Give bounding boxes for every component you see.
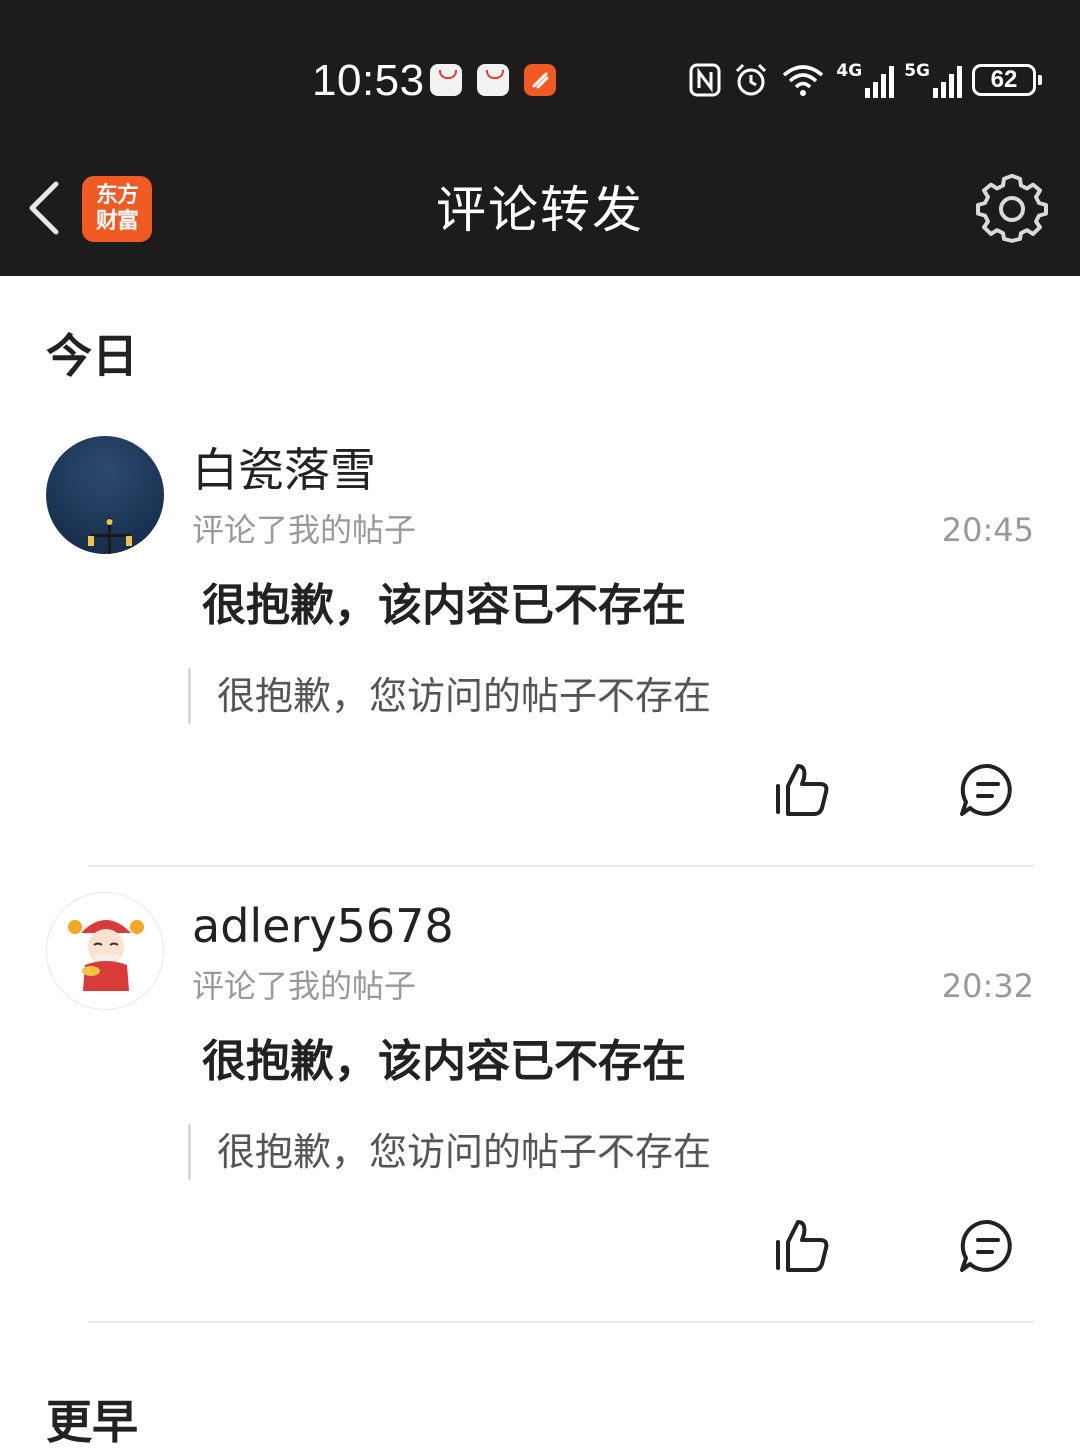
huawei-app-icon (430, 64, 462, 96)
gear-icon (976, 173, 1048, 243)
username[interactable]: adlery5678 (192, 896, 454, 956)
network-4g-label: 4G (836, 61, 863, 81)
avatar[interactable] (46, 436, 164, 554)
section-title-today: 今日 (46, 329, 138, 383)
action-text: 评论了我的帖子 (192, 511, 417, 549)
battery-indicator: 62 (972, 64, 1042, 96)
fortune-god-image (68, 920, 144, 991)
system-status-icons: 4G 5G 62 (688, 60, 1042, 100)
status-bar: 10:53 4G 5G 62 (0, 0, 1080, 150)
network-5g-label: 5G (904, 61, 930, 81)
timestamp: 20:45 (941, 511, 1034, 549)
thumbs-up-icon (776, 764, 829, 816)
quoted-post[interactable]: 很抱歉，您访问的帖子不存在 (188, 668, 711, 724)
comment-icon (960, 1219, 1012, 1272)
thumbs-up-icon (776, 1220, 829, 1272)
like-button[interactable] (768, 758, 832, 822)
4g-signal-icon: 4G (836, 61, 895, 98)
like-button[interactable] (768, 1214, 832, 1278)
reply-button[interactable] (956, 1214, 1020, 1278)
page-title: 评论转发 (436, 181, 644, 239)
divider (88, 1321, 1034, 1323)
battery-level: 62 (990, 66, 1018, 93)
comment-text[interactable]: 很抱歉，该内容已不存在 (202, 576, 686, 636)
action-text: 评论了我的帖子 (192, 967, 417, 1005)
alarm-icon (736, 63, 767, 96)
section-title-earlier: 更早 (46, 1395, 138, 1449)
reply-button[interactable] (956, 758, 1020, 822)
quoted-post[interactable]: 很抱歉，您访问的帖子不存在 (188, 1124, 711, 1180)
status-time: 10:53 (312, 56, 425, 105)
divider (88, 865, 1034, 867)
wifi-icon (783, 65, 824, 96)
streetlight-image (88, 518, 132, 554)
comment-icon (960, 763, 1012, 816)
comment-text[interactable]: 很抱歉，该内容已不存在 (202, 1032, 686, 1092)
timestamp: 20:32 (941, 967, 1034, 1005)
username[interactable]: 白瓷落雪 (192, 440, 376, 500)
orange-app-icon (524, 64, 556, 96)
5g-signal-icon: 5G (904, 62, 962, 98)
avatar[interactable] (46, 892, 164, 1010)
huawei-app-icon (477, 64, 509, 96)
settings-button[interactable] (974, 173, 1050, 246)
nfc-icon (689, 63, 721, 97)
